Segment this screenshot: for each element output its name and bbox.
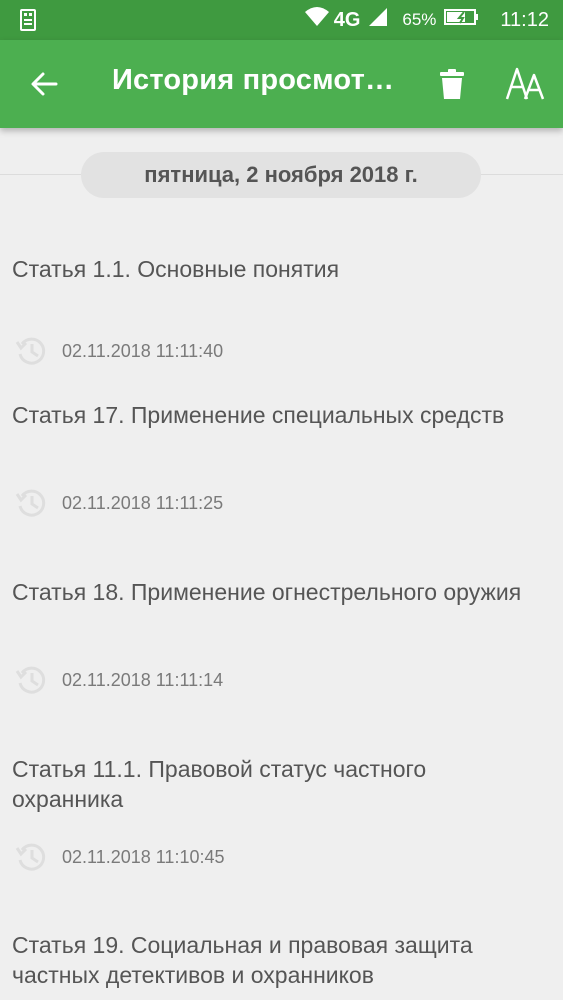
view-timestamp: 02.11.2018 11:10:45 [62,846,225,867]
article-title: Статья 1.1. Основные понятия [12,256,340,282]
view-timestamp: 02.11.2018 11:11:25 [62,492,224,513]
trash-icon[interactable] [430,62,474,106]
item-meta: 02.11.2018 11:10:45 [14,840,224,874]
list-item[interactable]: Статья 1.1. Основные понятия 02.11.2018 … [0,254,563,374]
app-bar: История просмотров [0,40,563,128]
view-timestamp: 02.11.2018 11:11:40 [62,340,224,361]
item-meta: 02.11.2018 11:11:25 [14,486,223,520]
list-item[interactable]: Статья 19. Социальная и правовая защита … [0,930,563,1000]
battery-percent: 65% [402,10,437,29]
font-size-icon[interactable] [500,62,550,106]
list-item[interactable]: Статья 18. Применение огнестрельного ору… [0,577,563,717]
history-clock-icon [14,486,48,520]
status-icons: 4G 65% 11:12 [304,0,549,40]
history-clock-icon [14,840,48,874]
article-title: Статья 19. Социальная и правовая защита … [12,932,473,988]
history-clock-icon [14,663,48,697]
date-header: пятница, 2 ноября 2018 г. [81,152,481,198]
list-item[interactable]: Статья 17. Применение специальных средст… [0,400,563,540]
network-type: 4G [333,8,361,31]
item-meta: 02.11.2018 11:11:40 [14,334,223,368]
list-item[interactable]: Статья 11.1. Правовой статус частного ох… [0,754,563,894]
usb-icon [16,8,40,32]
view-timestamp: 02.11.2018 11:11:14 [62,669,224,690]
page-title: История просмотров [112,64,402,96]
wifi-icon [304,6,330,34]
article-title: Статья 18. Применение огнестрельного ору… [12,579,522,605]
article-title: Статья 17. Применение специальных средст… [12,402,505,428]
article-title: Статья 11.1. Правовой статус частного ох… [12,756,427,812]
item-meta: 02.11.2018 11:11:14 [14,663,223,697]
history-clock-icon [14,334,48,368]
battery-icon [444,8,480,32]
back-arrow-icon[interactable] [22,62,66,106]
status-bar: 4G 65% 11:12 [0,0,563,40]
signal-icon [368,7,388,33]
clock-time: 11:12 [500,8,549,31]
